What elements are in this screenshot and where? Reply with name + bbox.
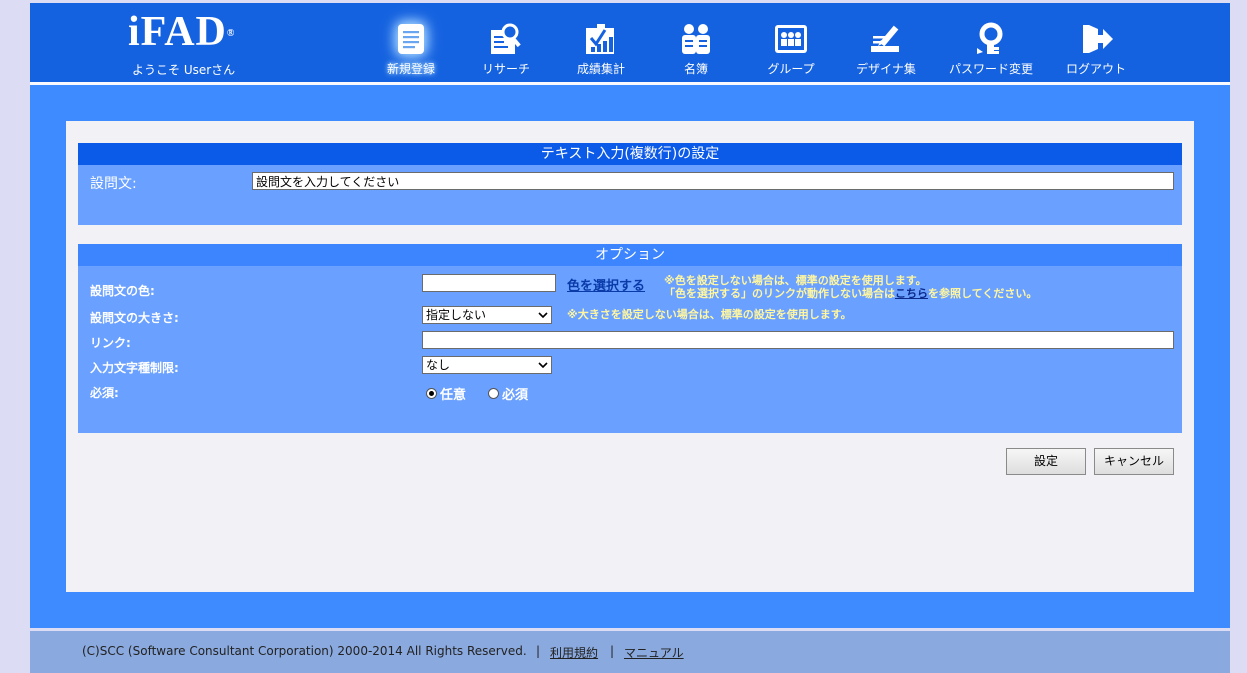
question-section-body: 設問文: — [78, 165, 1182, 225]
radio-selected-icon — [426, 388, 437, 399]
group-icon — [771, 19, 811, 59]
question-section-title: テキスト入力(複数行)の設定 — [78, 143, 1182, 165]
nav-label: パスワード変更 — [948, 62, 1033, 76]
color-note-pre: 「色を選択する」のリンクが動作しない場合は — [664, 287, 895, 300]
logout-icon — [1076, 19, 1116, 59]
radio-optional[interactable]: 任意 — [426, 384, 466, 403]
radio-required-label: 必須 — [502, 388, 529, 403]
nav-label: 名簿 — [683, 62, 708, 76]
size-select-value: 指定しない — [426, 308, 487, 322]
options-section-title: オプション — [78, 244, 1182, 266]
nav-group[interactable]: グループ — [746, 19, 836, 77]
nav-label: リサーチ — [481, 62, 530, 76]
nav-label: ログアウト — [1065, 62, 1126, 76]
nav-label: 新規登録 — [386, 62, 435, 76]
welcome-text: ようこそ Userさん — [132, 63, 236, 77]
nav-password-change[interactable]: パスワード変更 — [943, 19, 1039, 77]
terms-link[interactable]: 利用規約 — [550, 644, 598, 661]
chevron-down-icon — [538, 362, 548, 369]
required-label: 必須: — [90, 386, 119, 400]
cancel-button[interactable]: キャンセル — [1094, 448, 1174, 475]
options-section-body: 設問文の色: 色を選択する ※色を設定しない場合は、標準の設定を使用します。 「… — [78, 266, 1182, 433]
radio-optional-label: 任意 — [440, 388, 467, 403]
radio-required[interactable]: 必須 — [488, 384, 528, 403]
password-key-icon — [971, 19, 1011, 59]
app-frame: iFAD® ようこそ Userさん 新規登録 リサーチ 成績集計 名簿 グループ… — [30, 3, 1230, 673]
copyright-text: (C)SCC (Software Consultant Corporation)… — [82, 644, 527, 658]
select-color-link[interactable]: 色を選択する — [567, 275, 645, 294]
ok-button[interactable]: 設定 — [1006, 448, 1086, 475]
color-note: ※色を設定しない場合は、標準の設定を使用します。 「色を選択する」のリンクが動作… — [664, 274, 1164, 300]
roster-icon — [676, 19, 716, 59]
footer: (C)SCC (Software Consultant Corporation)… — [30, 631, 1230, 673]
settings-panel: テキスト入力(複数行)の設定 設問文: オプション 設問文の色: 色を選択する … — [66, 121, 1194, 592]
nav-roster[interactable]: 名簿 — [651, 19, 741, 77]
brand-logo: iFAD® ようこそ Userさん — [128, 11, 258, 78]
footer-separator: | — [610, 644, 615, 658]
help-here-link[interactable]: こちら — [895, 287, 928, 300]
nav-research[interactable]: リサーチ — [461, 19, 551, 77]
color-input[interactable] — [422, 274, 556, 292]
nav-logout[interactable]: ログアウト — [1051, 19, 1141, 77]
registered-mark: ® — [226, 28, 236, 39]
link-input[interactable] — [422, 331, 1174, 349]
tally-icon — [581, 19, 621, 59]
charlimit-select[interactable]: なし — [422, 356, 552, 374]
link-label: リンク: — [90, 336, 131, 350]
color-label: 設問文の色: — [90, 284, 155, 298]
color-note-line1: ※色を設定しない場合は、標準の設定を使用します。 — [664, 274, 927, 287]
chevron-down-icon — [538, 312, 548, 319]
nav-tally[interactable]: 成績集計 — [556, 19, 646, 77]
question-text-input[interactable] — [252, 172, 1174, 190]
size-select[interactable]: 指定しない — [422, 306, 552, 324]
nav-label: 成績集計 — [576, 62, 625, 76]
charlimit-label: 入力文字種制限: — [90, 361, 179, 375]
nav-label: グループ — [767, 62, 815, 76]
nav-designer[interactable]: デザイナ集 — [841, 19, 931, 77]
manual-link[interactable]: マニュアル — [624, 644, 684, 661]
designer-icon — [866, 19, 906, 59]
nav-label: デザイナ集 — [856, 62, 916, 76]
size-label: 設問文の大きさ: — [90, 311, 179, 325]
radio-unselected-icon — [488, 388, 499, 399]
nav-new-registration[interactable]: 新規登録 — [366, 19, 456, 77]
color-note-post: を参照してください。 — [928, 287, 1038, 300]
new-document-icon — [391, 19, 431, 59]
footer-separator: | — [536, 644, 541, 658]
charlimit-select-value: なし — [426, 358, 451, 372]
research-icon — [486, 19, 526, 59]
size-note: ※大きさを設定しない場合は、標準の設定を使用します。 — [567, 308, 852, 321]
content-area: テキスト入力(複数行)の設定 設問文: オプション 設問文の色: 色を選択する … — [30, 85, 1230, 628]
brand-name: iFAD — [128, 9, 227, 55]
question-label: 設問文: — [90, 176, 137, 192]
header-bar: iFAD® ようこそ Userさん 新規登録 リサーチ 成績集計 名簿 グループ… — [30, 3, 1230, 82]
